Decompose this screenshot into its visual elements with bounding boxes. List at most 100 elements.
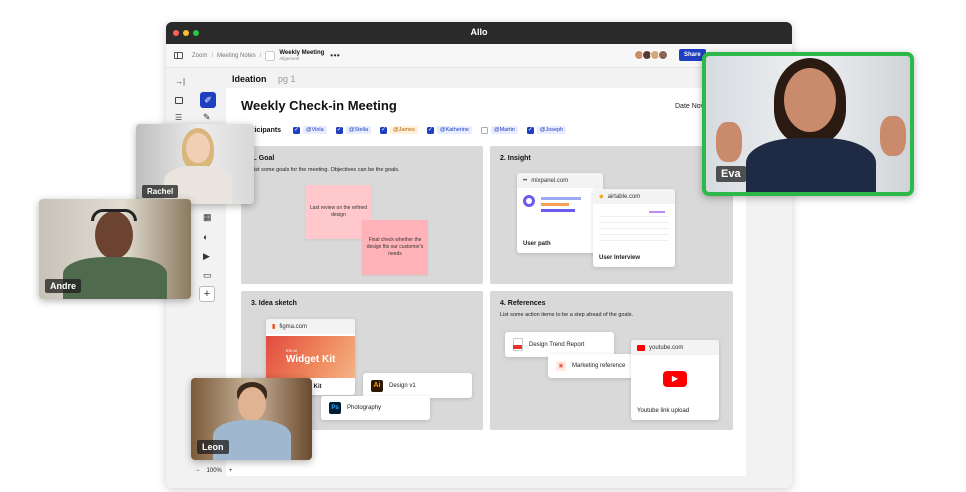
video-person-face bbox=[784, 68, 836, 132]
table-icon[interactable]: ▦ bbox=[203, 212, 212, 222]
breadcrumb-separator: / bbox=[211, 52, 214, 59]
card-caption: Youtube link upload bbox=[637, 408, 690, 414]
more-options-icon[interactable]: ••• bbox=[330, 51, 340, 60]
top-bar: Zoom / Meeting Notes / Weekly Meeting Al… bbox=[166, 44, 792, 68]
palette-icon[interactable]: ◐ bbox=[203, 232, 208, 242]
zoom-in-button[interactable]: + bbox=[229, 468, 233, 474]
video-hand bbox=[716, 122, 742, 162]
file-name: Design v1 bbox=[389, 382, 416, 389]
zoom-out-button[interactable]: − bbox=[196, 468, 200, 474]
file-card-design[interactable]: Ai Design v1 bbox=[363, 373, 472, 398]
frame-icon[interactable] bbox=[175, 97, 183, 104]
sidebar-toggle-icon[interactable] bbox=[174, 52, 183, 59]
file-name: Design Trend Report bbox=[529, 341, 585, 348]
participant-chip[interactable]: ✓ @James bbox=[380, 126, 418, 134]
dock-right-icon[interactable]: →| bbox=[175, 78, 185, 86]
menu-icon[interactable]: ☰ bbox=[175, 114, 182, 122]
video-hand bbox=[880, 116, 906, 156]
document-tabs: Ideation pg 1 bbox=[232, 74, 296, 84]
participant-name: @Katherine bbox=[436, 126, 472, 134]
youtube-icon bbox=[637, 344, 645, 351]
stage: Allo Zoom / Meeting Notes / Weekly Meeti… bbox=[0, 0, 966, 492]
youtube-play-icon[interactable]: ▶ bbox=[663, 371, 687, 387]
card-header: •• mixpanel.com bbox=[517, 173, 603, 188]
plus-icon[interactable]: + bbox=[199, 286, 215, 302]
title-bar: Allo bbox=[166, 22, 792, 44]
link-card-mixpanel[interactable]: •• mixpanel.com User path bbox=[517, 173, 603, 253]
checkbox-checked-icon[interactable]: ✓ bbox=[526, 126, 534, 134]
participant-chip[interactable]: @Martin bbox=[481, 126, 518, 134]
video-name-label: Leon bbox=[197, 440, 229, 454]
mixpanel-icon: •• bbox=[523, 177, 528, 184]
zoom-level: 100% bbox=[206, 468, 222, 474]
video-person-body bbox=[746, 138, 876, 192]
bar-graphic bbox=[541, 209, 575, 212]
file-name: Photography bbox=[347, 405, 382, 411]
headset-icon bbox=[91, 209, 137, 221]
participant-chip[interactable]: ✓ @Stella bbox=[335, 126, 372, 134]
section-title: 2. Insight bbox=[500, 155, 531, 162]
card-caption: User path bbox=[523, 241, 551, 247]
video-name-label: Eva bbox=[716, 166, 746, 182]
card-site: mixpanel.com bbox=[531, 177, 569, 184]
tag-graphic bbox=[649, 211, 665, 213]
link-card-youtube[interactable]: youtube.com ▶ Youtube link upload bbox=[631, 340, 719, 420]
card-header: ▮ figma.com bbox=[266, 319, 355, 334]
card-site: figma.com bbox=[279, 323, 307, 330]
link-card-airtable[interactable]: ◆ airtable.com User Interview bbox=[593, 189, 675, 267]
participant-chip[interactable]: ✓ @Viola bbox=[293, 126, 327, 134]
pdf-badge bbox=[513, 345, 522, 349]
video-tile-eva[interactable]: Eva bbox=[702, 52, 914, 196]
illustrator-icon: Ai bbox=[371, 379, 383, 392]
section-title: 4. References bbox=[500, 300, 546, 307]
breadcrumb-root[interactable]: Zoom bbox=[192, 53, 207, 59]
breadcrumb-current[interactable]: Weekly Meeting Alignment bbox=[279, 50, 324, 62]
widget-kit-thumbnail: ESI M Widget Kit bbox=[266, 336, 355, 378]
participant-chip[interactable]: ✓ @Katherine bbox=[426, 126, 472, 134]
section-references: 4. References List some action items to … bbox=[490, 291, 733, 430]
figma-icon: ▮ bbox=[272, 324, 276, 330]
tab-page[interactable]: pg 1 bbox=[278, 74, 296, 84]
card-site: airtable.com bbox=[607, 193, 641, 200]
section-description: List some action items to be a step ahea… bbox=[500, 312, 633, 318]
pencil-icon[interactable]: ✎ bbox=[203, 112, 211, 122]
file-card-photography[interactable]: Ps Photography bbox=[321, 396, 430, 420]
breadcrumb-separator: / bbox=[259, 52, 262, 59]
video-name-label: Andre bbox=[45, 279, 82, 293]
section-insight: 2. Insight •• mixpanel.com User path ◆ air… bbox=[490, 146, 733, 284]
thumbnail-title: Widget Kit bbox=[286, 354, 336, 365]
tab-ideation[interactable]: Ideation bbox=[232, 74, 267, 84]
participant-name: @Martin bbox=[491, 126, 518, 134]
video-person-face bbox=[186, 133, 210, 163]
video-icon[interactable]: ▶ bbox=[203, 251, 210, 261]
breadcrumb-current-subtitle: Alignment bbox=[279, 55, 300, 61]
section-description: List some goals for the meeting. Objecti… bbox=[251, 167, 400, 173]
participant-name: @James bbox=[390, 126, 418, 134]
pen-icon[interactable]: ✐ bbox=[200, 92, 216, 108]
date-label: Date Nov bbox=[675, 103, 705, 110]
file-name: Marketing reference bbox=[572, 363, 626, 369]
card-header: youtube.com bbox=[631, 340, 719, 355]
page-title: Weekly Check-in Meeting bbox=[241, 98, 397, 113]
section-goal: 1. Goal List some goals for the meeting.… bbox=[241, 146, 483, 284]
thumbnail-small-text: ESI M bbox=[286, 348, 297, 353]
checkbox-unchecked-icon[interactable] bbox=[481, 126, 488, 134]
collaborator-avatars[interactable] bbox=[634, 50, 668, 60]
participant-name: @Stella bbox=[345, 126, 372, 134]
section-title: 3. Idea sketch bbox=[251, 300, 297, 307]
image-file-icon: ▣ bbox=[556, 361, 566, 371]
donut-chart-icon bbox=[523, 195, 535, 207]
video-tile-leon[interactable]: Leon bbox=[191, 378, 312, 460]
sticky-note[interactable]: Final check whether the design fits our … bbox=[362, 220, 428, 275]
checkbox-checked-icon[interactable]: ✓ bbox=[293, 126, 300, 134]
participant-chip[interactable]: ✓ @Joseph bbox=[526, 126, 567, 134]
checkbox-checked-icon[interactable]: ✓ bbox=[380, 126, 388, 134]
checkbox-checked-icon[interactable]: ✓ bbox=[426, 126, 434, 134]
video-tile-rachel[interactable]: Rachel bbox=[136, 124, 254, 204]
comment-icon[interactable]: ▭ bbox=[203, 270, 212, 280]
breadcrumb-parent[interactable]: Meeting Notes bbox=[217, 53, 256, 59]
video-tile-andre[interactable]: Andre bbox=[39, 199, 191, 299]
airtable-icon: ◆ bbox=[599, 194, 604, 200]
card-caption: User Interview bbox=[599, 255, 641, 261]
checkbox-checked-icon[interactable]: ✓ bbox=[335, 126, 343, 134]
